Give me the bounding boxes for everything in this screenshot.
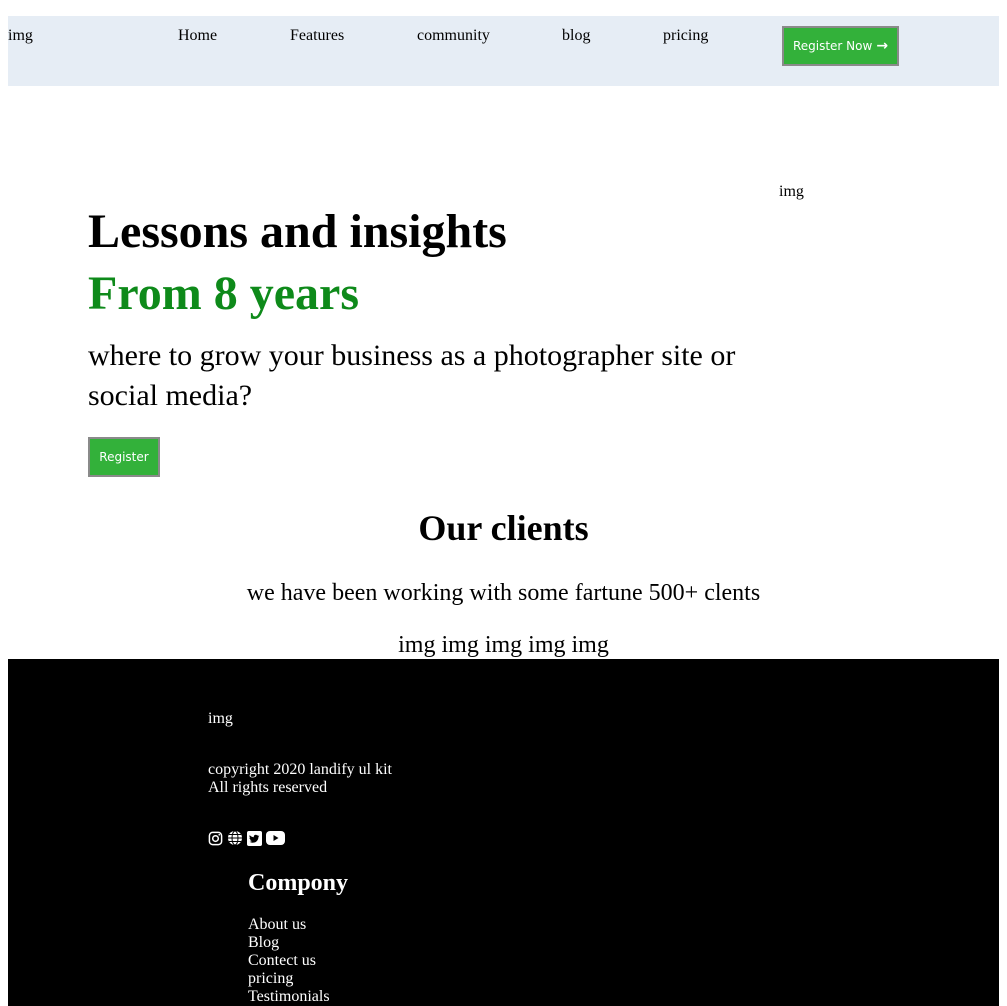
- nav-link-pricing[interactable]: pricing: [663, 27, 708, 45]
- clients-subtitle: we have been working with some fartune 5…: [246, 580, 761, 606]
- instagram-icon[interactable]: [208, 831, 223, 846]
- youtube-icon[interactable]: [266, 831, 285, 845]
- footer: img copyright 2020 landify ul kit All ri…: [8, 659, 999, 1006]
- client-logo: img: [528, 632, 566, 658]
- footer-link-testimonials[interactable]: Testimonials: [248, 988, 330, 1005]
- client-logo: img: [484, 632, 523, 658]
- register-now-button[interactable]: Register Now →: [782, 26, 899, 66]
- nav-link-features[interactable]: Features: [290, 27, 344, 45]
- client-logo: img: [441, 632, 479, 658]
- hero-image: img: [779, 183, 804, 200]
- company-links: About us Blog Contect us pricing Testimo…: [248, 916, 330, 1006]
- social-links: [208, 830, 285, 846]
- rights-text: All rights reserved: [208, 779, 328, 796]
- hero-title: Lessons and insights: [88, 205, 507, 258]
- hero-title-highlight: From 8 years: [88, 267, 360, 320]
- company-heading: Compony: [248, 870, 349, 896]
- client-logo: img: [571, 632, 609, 658]
- footer-link-pricing[interactable]: pricing: [248, 970, 293, 987]
- top-nav: img Home Features community blog pricing…: [8, 16, 999, 86]
- footer-logo: img: [208, 710, 233, 727]
- nav-link-community[interactable]: community: [417, 27, 490, 45]
- footer-copyright: copyright 2020 landify ul kit All rights…: [208, 761, 392, 797]
- twitter-icon[interactable]: [247, 830, 262, 846]
- footer-link-about[interactable]: About us: [248, 916, 306, 933]
- client-logo: img: [398, 632, 436, 658]
- nav-link-home[interactable]: Home: [178, 27, 217, 45]
- page: img Home Features community blog pricing…: [0, 0, 1007, 1006]
- copyright-text: copyright 2020 landify ul kit: [208, 761, 392, 778]
- globe-icon[interactable]: [227, 830, 243, 846]
- register-button[interactable]: Register: [88, 437, 160, 477]
- client-logos: img img img img img: [0, 630, 1007, 660]
- arrow-right-icon: →: [876, 38, 889, 54]
- nav-link-blog[interactable]: blog: [562, 27, 590, 45]
- clients-title: Our clients: [418, 508, 589, 548]
- footer-link-blog[interactable]: Blog: [248, 934, 279, 951]
- hero-subtitle: where to grow your business as a photogr…: [88, 339, 736, 412]
- register-now-label: Register Now: [792, 39, 873, 53]
- nav-logo[interactable]: img: [8, 27, 33, 45]
- footer-link-contact[interactable]: Contect us: [248, 952, 316, 969]
